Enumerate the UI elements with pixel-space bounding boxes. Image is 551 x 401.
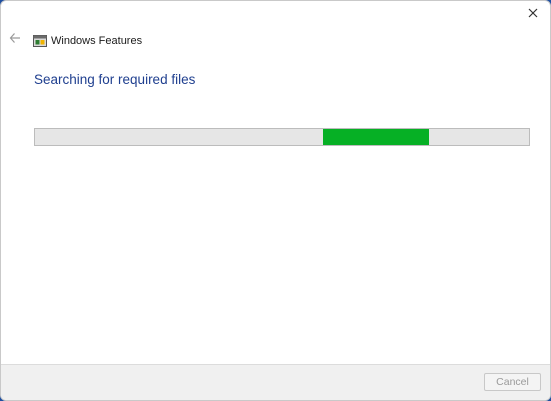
close-icon [527, 6, 539, 24]
progress-bar [34, 128, 530, 146]
progress-bar-fill [323, 129, 429, 145]
dialog-title-bar: Windows Features [33, 32, 142, 50]
windows-features-dialog: Windows Features Searching for required … [0, 0, 551, 401]
dialog-footer: Cancel [1, 364, 550, 400]
cancel-button[interactable]: Cancel [484, 373, 541, 391]
windows-features-icon [33, 34, 47, 48]
page-heading: Searching for required files [34, 72, 196, 87]
dialog-title: Windows Features [51, 35, 143, 47]
back-button[interactable] [7, 32, 23, 48]
close-button[interactable] [522, 5, 544, 25]
back-arrow-icon [9, 31, 21, 49]
